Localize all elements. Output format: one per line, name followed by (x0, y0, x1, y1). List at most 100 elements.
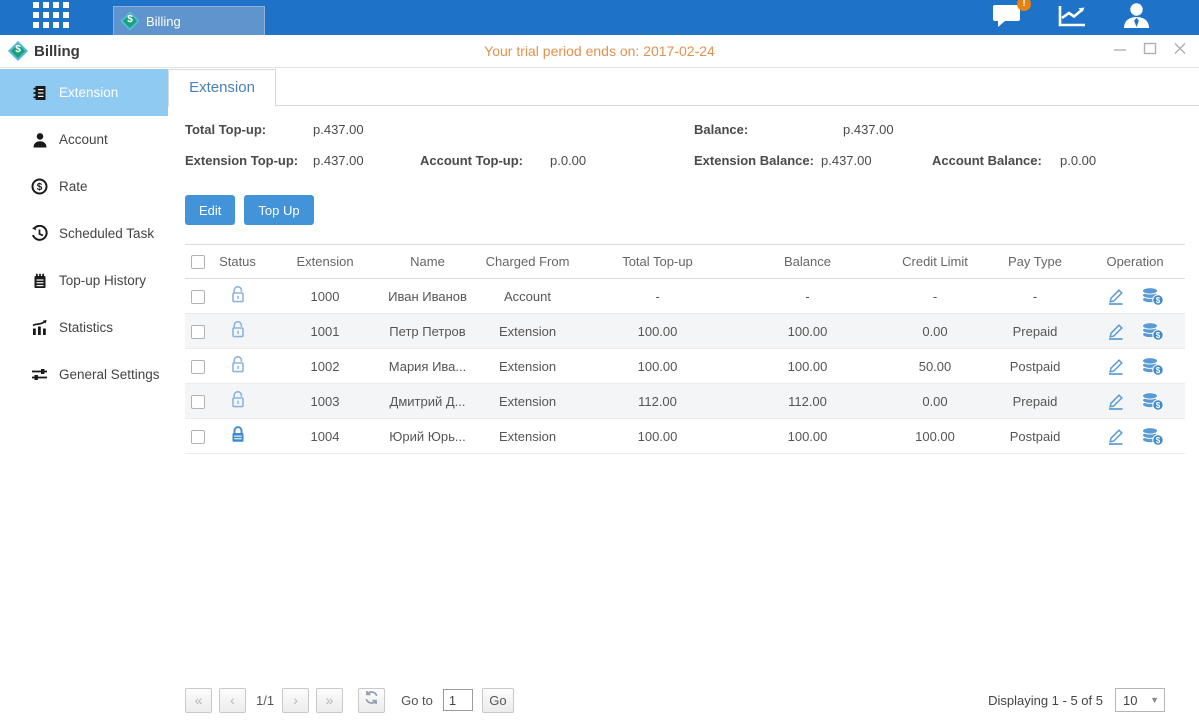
top-up-row-icon[interactable]: $ (1141, 427, 1164, 446)
edit-row-icon[interactable] (1106, 427, 1125, 445)
dollar-circle-icon: $ (31, 178, 48, 195)
balance-value: p.437.00 (843, 122, 894, 137)
window-title-group: $ Billing (8, 41, 80, 61)
close-icon[interactable] (1173, 42, 1187, 60)
status-lock-icon[interactable] (229, 320, 247, 339)
refresh-button[interactable] (358, 688, 385, 713)
sidebar-item-topup-history[interactable]: Top-up History (0, 257, 168, 304)
top-up-row-icon[interactable]: $ (1141, 357, 1164, 376)
row-checkbox[interactable] (191, 360, 205, 374)
topbar-right-icons: ! (992, 2, 1151, 33)
last-page-button[interactable]: » (316, 688, 343, 713)
row-checkbox[interactable] (191, 290, 205, 304)
pagination-bar: « ‹ 1/1 › » Go to Go Displaying 1 - (185, 686, 1185, 714)
cell-extension: 1003 (265, 384, 385, 419)
header-extension: Extension (265, 245, 385, 279)
cell-charged-from: Account (470, 279, 585, 314)
cell-credit-limit: - (885, 279, 985, 314)
cell-name: Мария Ива... (385, 349, 470, 384)
first-page-button[interactable]: « (185, 688, 212, 713)
status-lock-icon[interactable] (229, 425, 247, 444)
cell-balance: - (730, 279, 885, 314)
row-checkbox[interactable] (191, 395, 205, 409)
chevron-down-icon: ▼ (1150, 695, 1159, 705)
cell-charged-from: Extension (470, 314, 585, 349)
cell-extension: 1002 (265, 349, 385, 384)
top-up-button[interactable]: Top Up (244, 195, 313, 225)
table-row: 1002 Мария Ива... Extension 100.00 100.0… (185, 349, 1185, 384)
maximize-icon[interactable] (1143, 42, 1157, 60)
sidebar-item-label: Top-up History (59, 273, 146, 288)
top-up-row-icon[interactable]: $ (1141, 322, 1164, 341)
titlebar: $ Billing Your trial period ends on: 201… (0, 35, 1199, 68)
sidebar-item-rate[interactable]: $ Rate (0, 163, 168, 210)
tab-extension[interactable]: Extension (168, 69, 276, 107)
user-account-button[interactable] (1122, 2, 1151, 33)
header-balance: Balance (730, 245, 885, 279)
sidebar-item-general-settings[interactable]: General Settings (0, 351, 168, 398)
cell-pay-type: Postpaid (985, 349, 1085, 384)
cell-pay-type: Prepaid (985, 384, 1085, 419)
svg-text:$: $ (1156, 295, 1161, 304)
table-row: 1000 Иван Иванов Account - - - - (185, 279, 1185, 314)
goto-label: Go to (401, 693, 433, 708)
status-lock-icon[interactable] (229, 390, 247, 409)
top-up-row-icon[interactable]: $ (1141, 392, 1164, 411)
cell-charged-from: Extension (470, 384, 585, 419)
cell-pay-type: Prepaid (985, 314, 1085, 349)
window-title: Billing (34, 43, 80, 60)
top-up-row-icon[interactable]: $ (1141, 287, 1164, 306)
sidebar-item-label: Extension (59, 85, 118, 100)
edit-row-icon[interactable] (1106, 287, 1125, 305)
cell-balance: 100.00 (730, 349, 885, 384)
notification-badge: ! (1017, 0, 1031, 11)
user-icon (1122, 2, 1151, 33)
sidebar-item-scheduled-task[interactable]: Scheduled Task (0, 210, 168, 257)
sidebar-item-account[interactable]: Account (0, 116, 168, 163)
page-indicator: 1/1 (256, 693, 274, 708)
displaying-count: Displaying 1 - 5 of 5 (988, 693, 1103, 708)
cell-total-topup: 100.00 (585, 314, 730, 349)
edit-button[interactable]: Edit (185, 195, 235, 225)
sidebar-item-extension[interactable]: Extension (0, 69, 168, 116)
go-button[interactable]: Go (482, 688, 514, 713)
billing-window-icon: $ (8, 41, 28, 61)
topbar-tab-billing[interactable]: $ Billing (113, 6, 265, 35)
header-status: Status (210, 245, 265, 279)
minimize-icon[interactable] (1113, 42, 1127, 60)
edit-row-icon[interactable] (1106, 357, 1125, 375)
cell-name: Иван Иванов (385, 279, 470, 314)
extension-balance-label: Extension Balance: (694, 153, 814, 168)
header-credit-limit: Credit Limit (885, 245, 985, 279)
cell-extension: 1001 (265, 314, 385, 349)
total-topup-value: p.437.00 (313, 122, 364, 137)
cell-name: Дмитрий Д... (385, 384, 470, 419)
sidebar-item-label: Account (59, 132, 108, 147)
row-checkbox[interactable] (191, 430, 205, 444)
status-lock-icon[interactable] (229, 285, 247, 304)
row-checkbox[interactable] (191, 325, 205, 339)
main-menu-button[interactable] (33, 4, 71, 31)
person-icon (31, 131, 48, 148)
select-all-checkbox[interactable] (191, 255, 205, 269)
notifications-button[interactable]: ! (992, 3, 1023, 33)
cell-credit-limit: 100.00 (885, 419, 985, 454)
svg-text:$: $ (1156, 365, 1161, 374)
line-chart-icon (1057, 3, 1088, 33)
status-lock-icon[interactable] (229, 355, 247, 374)
cell-extension: 1004 (265, 419, 385, 454)
prev-page-button[interactable]: ‹ (219, 688, 246, 713)
cell-pay-type: - (985, 279, 1085, 314)
next-page-button[interactable]: › (282, 688, 309, 713)
memo-pad-icon (31, 272, 48, 289)
edit-row-icon[interactable] (1106, 322, 1125, 340)
billing-app-window: $ Billing ! (0, 0, 1199, 720)
ledger-icon (31, 84, 48, 101)
page-size-select[interactable]: 10 ▼ (1115, 688, 1165, 712)
sidebar-item-statistics[interactable]: Statistics (0, 304, 168, 351)
resource-monitor-button[interactable] (1057, 3, 1088, 33)
goto-page-input[interactable] (443, 689, 473, 711)
table-header-row: Status Extension Name Charged From Total… (185, 245, 1185, 279)
edit-row-icon[interactable] (1106, 392, 1125, 410)
balance-label: Balance: (694, 122, 748, 137)
